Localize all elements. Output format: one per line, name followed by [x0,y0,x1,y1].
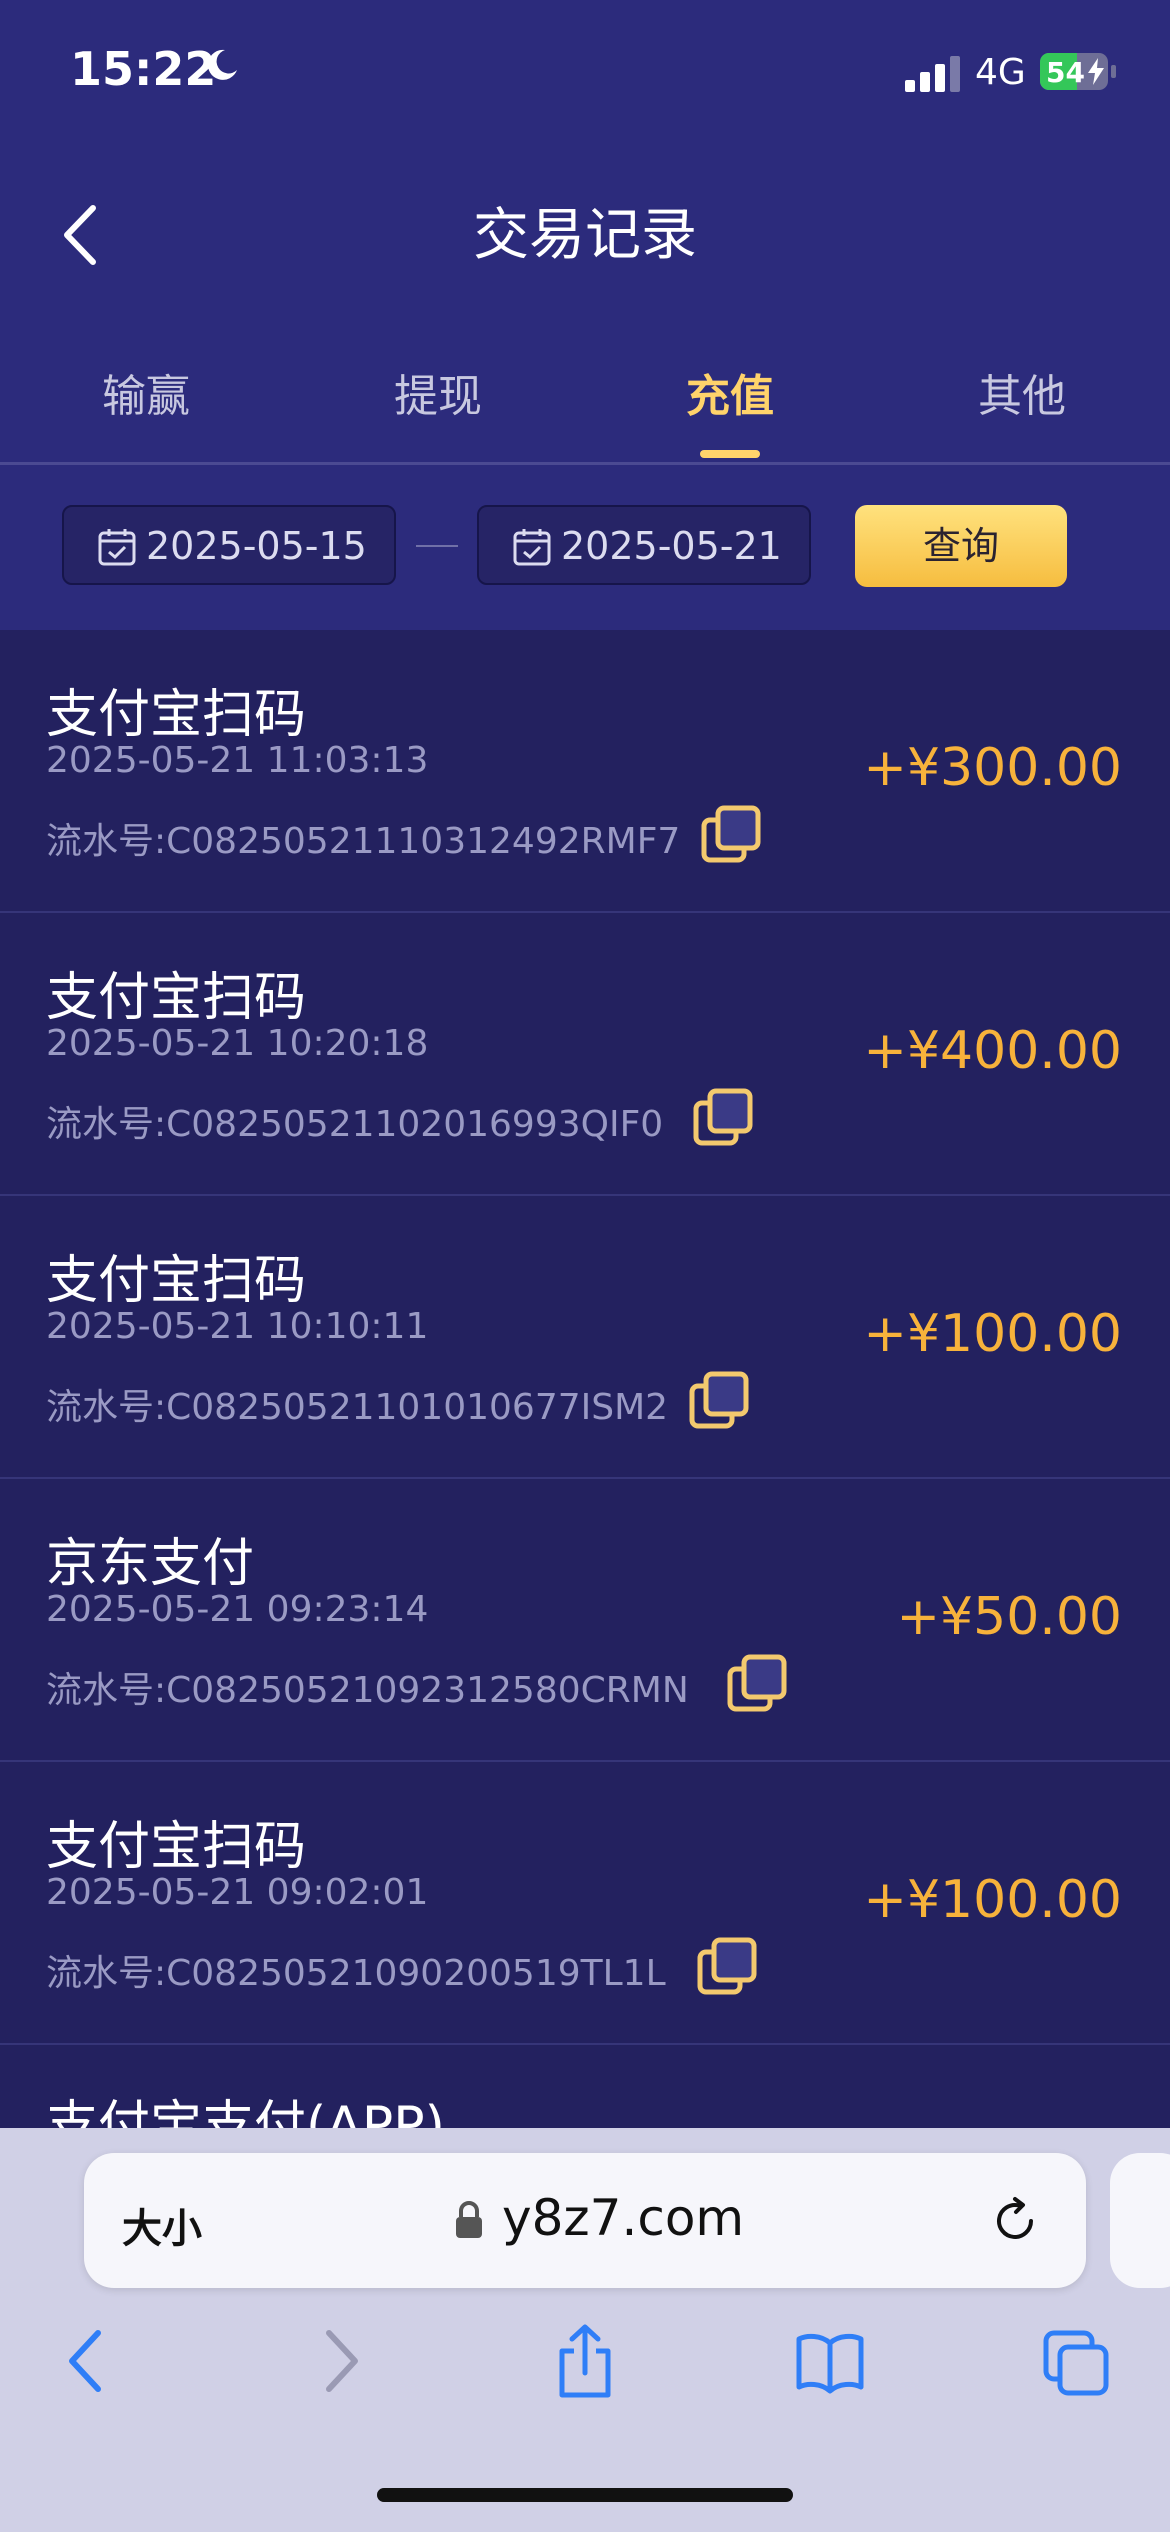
battery-icon: 54 [1040,53,1108,90]
list-item[interactable]: 京东支付 2025-05-21 09:23:14 流水号:C0825052109… [0,1479,1170,1762]
record-serial: 流水号:C08250521092312580CRMN [46,1670,689,1711]
record-serial: 流水号:C08250521110312492RMF7 [46,821,681,862]
list-item[interactable]: 支付宝扫码 2025-05-21 10:10:11 流水号:C082505211… [0,1196,1170,1479]
copy-icon[interactable] [696,1936,760,2000]
record-method: 支付宝扫码 [46,1251,307,1311]
copy-icon[interactable] [726,1653,790,1717]
reload-icon[interactable] [989,2195,1041,2247]
tab-divider [0,462,1170,465]
next-tab-peek [1110,2153,1170,2288]
list-item[interactable]: 支付宝扫码 2025-05-21 09:02:01 流水号:C082505210… [0,1762,1170,2045]
tab-other[interactable]: 其他 [876,360,1168,424]
page-title: 交易记录 [473,203,697,268]
charging-bolt-icon [1088,58,1104,85]
share-icon[interactable] [550,2323,620,2399]
tab-win-loss[interactable]: 输赢 [0,360,292,424]
url-text: y8z7.com [502,2189,745,2247]
record-serial: 流水号:C08250521090200519TL1L [46,1953,666,1994]
tab-recharge[interactable]: 充值 [584,360,876,458]
start-date-picker[interactable]: 2025-05-15 [62,505,396,585]
status-bar: 15:22 4G 54 [0,0,1170,150]
record-amount: +¥300.00 [863,738,1122,798]
tab-label: 输赢 [102,371,190,422]
record-method: 京东支付 [46,1534,255,1594]
browser-back-icon[interactable] [52,2323,122,2399]
tab-label: 其他 [978,371,1066,422]
date-filter: 2025-05-15 2025-05-21 查询 [0,505,1170,587]
record-amount: +¥100.00 [863,1870,1122,1930]
date-range-dash [416,545,458,547]
copy-icon[interactable] [688,1370,752,1434]
copy-icon[interactable] [700,804,764,868]
tab-bar: 输赢 提现 充值 其他 [0,360,1170,460]
start-date-value: 2025-05-15 [146,524,367,568]
list-item[interactable]: 支付宝扫码 2025-05-21 10:20:18 流水号:C082505211… [0,913,1170,1196]
record-method: 支付宝扫码 [46,1817,307,1877]
record-amount: +¥400.00 [863,1021,1122,1081]
query-button[interactable]: 查询 [855,505,1067,587]
end-date-picker[interactable]: 2025-05-21 [477,505,811,585]
tabs-icon[interactable] [1042,2323,1112,2399]
record-serial: 流水号:C08250521101010677ISM2 [46,1387,669,1428]
copy-icon[interactable] [692,1087,756,1151]
record-serial: 流水号:C08250521102016993QIF0 [46,1104,664,1145]
home-indicator [377,2488,793,2502]
end-date-value: 2025-05-21 [561,524,782,568]
record-method: 支付宝扫码 [46,968,307,1028]
record-time: 2025-05-21 11:03:13 [46,740,429,781]
record-amount: +¥50.00 [896,1587,1122,1647]
tab-label: 充值 [686,371,774,422]
tab-withdraw[interactable]: 提现 [292,360,584,424]
record-time: 2025-05-21 10:20:18 [46,1023,429,1064]
record-time: 2025-05-21 09:23:14 [46,1589,429,1630]
lock-icon [456,2201,482,2238]
signal-icon [905,56,960,92]
browser-toolbar: 大小 y8z7.com [0,2128,1170,2532]
record-method: 支付宝扫码 [46,685,307,745]
text-size-button[interactable]: 大小 [122,2196,202,2254]
moon-icon [207,49,237,80]
record-time: 2025-05-21 10:10:11 [46,1306,429,1347]
record-amount: +¥100.00 [863,1304,1122,1364]
calendar-icon [98,529,136,566]
bookmarks-icon[interactable] [795,2323,865,2399]
network-type: 4G [975,52,1026,93]
browser-forward-icon[interactable] [305,2323,375,2399]
tab-indicator [700,450,760,458]
calendar-icon [513,529,551,566]
battery-cap [1111,65,1116,78]
address-bar[interactable]: 大小 y8z7.com [84,2153,1086,2288]
tab-label: 提现 [394,371,482,422]
battery-percent: 54 [1046,56,1085,89]
status-time: 15:22 [70,42,217,96]
record-time: 2025-05-21 09:02:01 [46,1872,429,1913]
header: 15:22 4G 54 交易记录 输赢 提现 充值 其他 2025-05-15 … [0,0,1170,630]
list-item[interactable]: 支付宝扫码 2025-05-21 11:03:13 流水号:C082505211… [0,630,1170,913]
